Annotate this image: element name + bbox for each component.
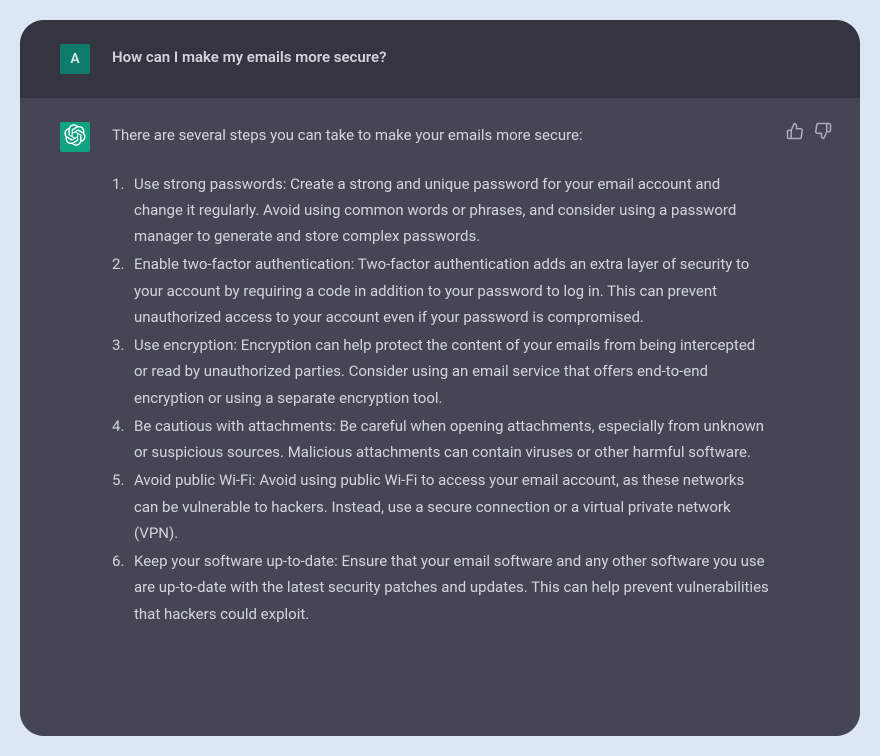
thumbs-up-icon xyxy=(786,128,804,143)
assistant-response-content: There are several steps you can take to … xyxy=(112,122,820,629)
thumbs-up-button[interactable] xyxy=(786,122,804,140)
thumbs-down-icon xyxy=(814,128,832,143)
chat-container: A How can I make my emails more secure? … xyxy=(20,20,860,736)
user-avatar: A xyxy=(60,44,90,74)
list-item: Avoid public Wi-Fi: Avoid using public W… xyxy=(134,467,770,546)
assistant-intro-text: There are several steps you can take to … xyxy=(112,124,770,147)
openai-logo-icon xyxy=(64,124,86,150)
thumbs-down-button[interactable] xyxy=(814,122,832,140)
assistant-avatar xyxy=(60,122,90,152)
feedback-buttons xyxy=(786,122,832,140)
assistant-numbered-list: Use strong passwords: Create a strong an… xyxy=(112,171,770,627)
list-item: Be cautious with attachments: Be careful… xyxy=(134,413,770,466)
user-message-text: How can I make my emails more secure? xyxy=(112,44,386,66)
user-message-row: A How can I make my emails more secure? xyxy=(20,20,860,98)
assistant-message-row: There are several steps you can take to … xyxy=(20,98,860,736)
list-item: Keep your software up-to-date: Ensure th… xyxy=(134,548,770,627)
list-item: Use strong passwords: Create a strong an… xyxy=(134,171,770,250)
list-item: Enable two-factor authentication: Two-fa… xyxy=(134,251,770,330)
user-avatar-letter: A xyxy=(70,51,79,67)
list-item: Use encryption: Encryption can help prot… xyxy=(134,332,770,411)
